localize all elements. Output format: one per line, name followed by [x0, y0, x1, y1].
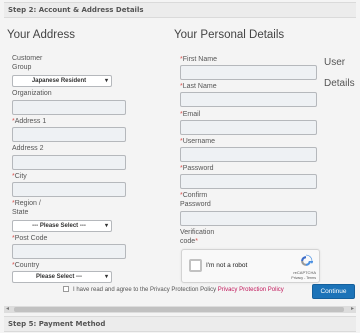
- step-header-next[interactable]: Step 5: Payment Method: [4, 316, 356, 332]
- address1-input[interactable]: [12, 127, 126, 142]
- address2-label: Address 2: [12, 145, 44, 152]
- step-header-current[interactable]: Step 2: Account & Address Details: [4, 2, 356, 18]
- continue-button[interactable]: Continue: [312, 284, 355, 299]
- confirm-password-label-line1: Confirm: [180, 191, 208, 200]
- organization-label: Organization: [12, 90, 52, 97]
- region-value: --- Please Select ---: [32, 223, 86, 229]
- customer-group-value: Japanese Resident: [31, 78, 87, 84]
- privacy-agree-checkbox[interactable]: [63, 286, 69, 292]
- customer-group-select[interactable]: Japanese Resident ▾: [12, 75, 112, 87]
- verification-label-line2: code*: [180, 238, 198, 245]
- user-details-label-line2: Details: [324, 78, 355, 89]
- country-value: Please Select ---: [35, 274, 83, 280]
- email-input[interactable]: [180, 120, 317, 135]
- recaptcha-widget: I'm not a robot reCAPTCHA Privacy - Term…: [181, 249, 320, 283]
- last-name-input[interactable]: [180, 92, 317, 107]
- verification-label-line1: Verification: [180, 229, 215, 236]
- user-details-label-line1: User: [324, 57, 346, 68]
- chevron-down-icon: ▾: [104, 78, 108, 84]
- recaptcha-brand: reCAPTCHA: [293, 270, 316, 275]
- recaptcha-checkbox[interactable]: [189, 259, 202, 272]
- horizontal-scrollbar[interactable]: ◂ ▸: [4, 305, 356, 313]
- first-name-input[interactable]: [180, 65, 317, 80]
- password-input[interactable]: [180, 174, 317, 189]
- organization-input[interactable]: [12, 100, 126, 115]
- country-select[interactable]: Please Select --- ▾: [12, 271, 112, 283]
- scroll-right-icon[interactable]: ▸: [351, 305, 354, 312]
- address1-label: Address 1: [12, 117, 47, 126]
- recaptcha-logo-icon: [301, 254, 313, 266]
- last-name-label: Last Name: [180, 82, 217, 91]
- country-label: Country: [12, 261, 40, 270]
- confirm-password-label-line2: Password: [180, 201, 211, 208]
- first-name-label: First Name: [180, 55, 217, 64]
- email-label: Email: [180, 110, 201, 119]
- post-code-input[interactable]: [12, 244, 126, 259]
- personal-section-title: Your Personal Details: [174, 29, 285, 41]
- scrollbar-thumb[interactable]: [14, 307, 344, 312]
- post-code-label: Post Code: [12, 234, 48, 243]
- confirm-password-input[interactable]: [180, 211, 317, 226]
- password-label: Password: [180, 164, 214, 173]
- privacy-agree-text: I have read and agree to the Privacy Pro…: [73, 287, 217, 293]
- username-input[interactable]: [180, 147, 317, 162]
- chevron-down-icon: ▾: [104, 274, 108, 280]
- region-select[interactable]: --- Please Select --- ▾: [12, 220, 112, 232]
- address-section-title: Your Address: [7, 29, 75, 41]
- region-label-line2: State: [12, 209, 29, 216]
- city-label: City: [12, 172, 27, 181]
- scroll-left-icon[interactable]: ◂: [6, 305, 9, 312]
- recaptcha-privacy-terms[interactable]: Privacy - Terms: [291, 276, 316, 280]
- customer-group-label-line1: Customer: [12, 55, 43, 62]
- address2-input[interactable]: [12, 155, 126, 170]
- username-label: Username: [180, 137, 215, 146]
- chevron-down-icon: ▾: [104, 223, 108, 229]
- privacy-agreement: I have read and agree to the Privacy Pro…: [63, 286, 284, 296]
- city-input[interactable]: [12, 182, 126, 197]
- recaptcha-label: I'm not a robot: [206, 262, 248, 269]
- privacy-policy-link[interactable]: Privacy Protection Policy: [218, 287, 284, 293]
- customer-group-label-line2: Group: [12, 64, 32, 71]
- region-label-line1: Region /: [12, 199, 41, 208]
